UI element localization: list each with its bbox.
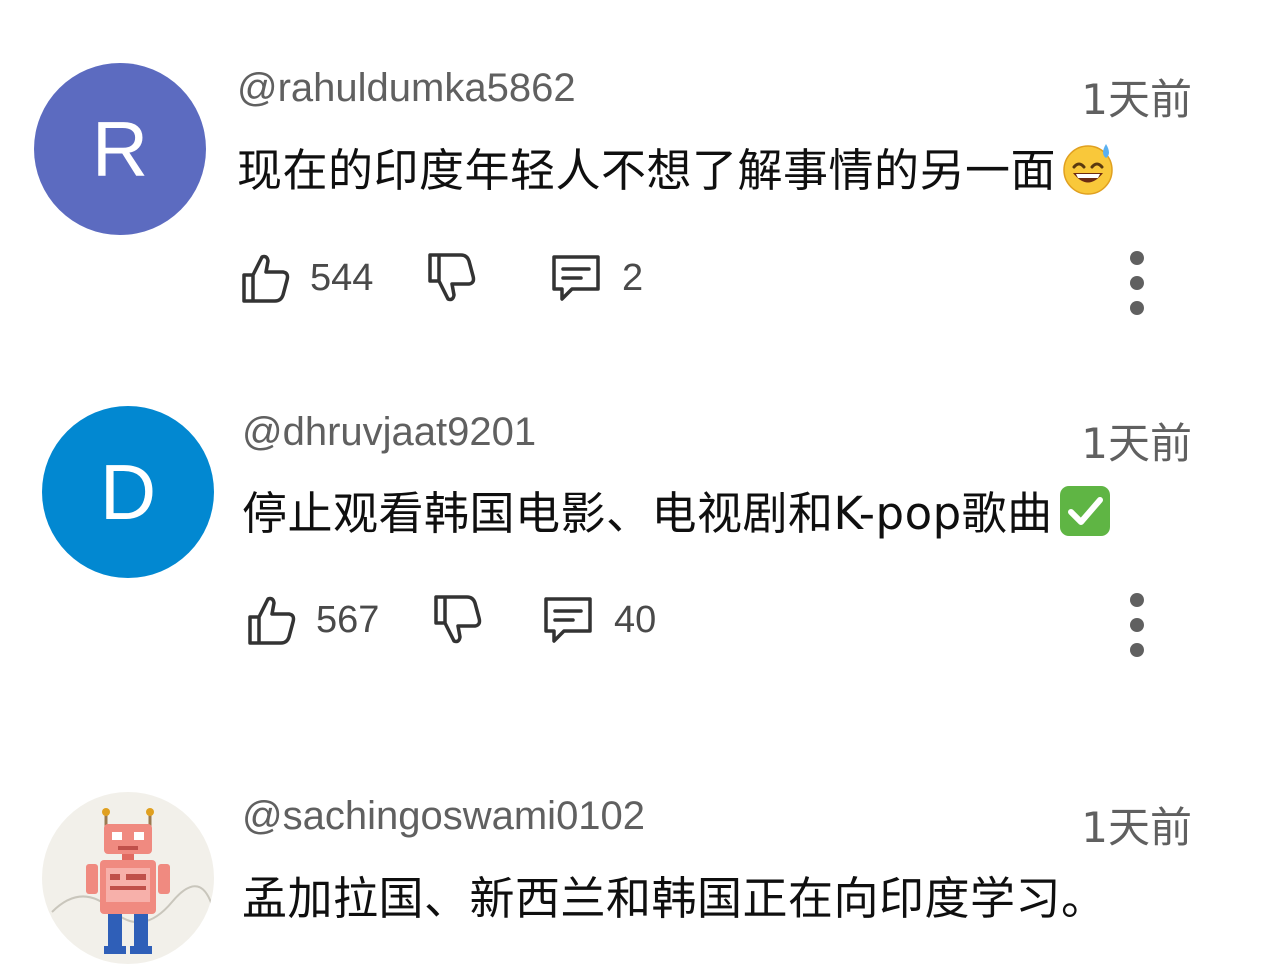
comment-author[interactable]: @sachingoswami0102 xyxy=(242,794,645,839)
comment-timestamp: 1天前 xyxy=(1081,803,1192,852)
comment-text: 孟加拉国、新西兰和韩国正在向印度学习。 xyxy=(242,872,1107,925)
robot-avatar[interactable] xyxy=(42,792,214,964)
comment-item: @sachingoswami0102 1天前 孟加拉国、新西兰和韩国正在向印度学… xyxy=(0,0,1280,974)
